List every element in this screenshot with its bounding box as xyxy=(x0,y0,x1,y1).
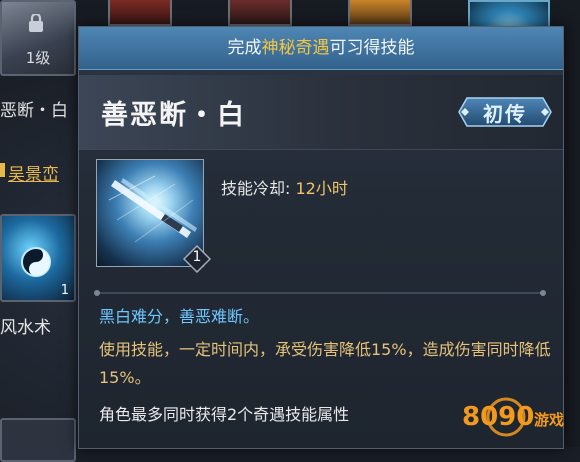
icon-level-badge: 1 xyxy=(183,245,211,273)
icon-level-number: 1 xyxy=(192,249,202,265)
fengshui-skill-slot[interactable]: 1 xyxy=(0,214,76,302)
rank-badge: 初传 xyxy=(457,95,553,129)
skill-slot-top-1[interactable] xyxy=(108,0,172,26)
skill-effect-text: 使用技能，一定时间内，承受伤害降低15%，造成伤害同时降低15%。 xyxy=(99,340,551,387)
banner-highlight: 神秘奇遇 xyxy=(261,38,330,58)
skill-slot-top-2[interactable] xyxy=(228,0,292,26)
slot-level-label: 1级 xyxy=(25,49,51,67)
watermark-number: 8090 xyxy=(462,402,534,432)
lock-icon xyxy=(29,14,43,32)
skill-flavor-text: 黑白难分，善恶难断。 xyxy=(99,307,260,326)
locked-skill-slot[interactable]: 1级 xyxy=(0,0,76,76)
watermark-word: 游戏 xyxy=(534,411,564,429)
skill-slot-bottom[interactable] xyxy=(0,418,76,462)
cooldown-value: 12小时 xyxy=(295,179,348,198)
watermark-logo-icon: 8090 游戏 xyxy=(462,397,564,437)
site-watermark-logo: 8090 游戏 xyxy=(458,385,576,443)
marker-dot xyxy=(0,163,5,177)
cooldown-label: 技能冷却: xyxy=(221,179,296,198)
slot-count: 1 xyxy=(60,283,69,298)
banner-suffix: 可习得技能 xyxy=(329,38,415,58)
blade-icon xyxy=(108,175,197,243)
banner-prefix: 完成 xyxy=(227,38,262,58)
background-skill-name: 恶断・白 xyxy=(0,101,68,121)
skill-title-row: 善恶断・白 初传 xyxy=(79,75,563,150)
skill-name: 善恶断・白 xyxy=(101,100,246,131)
cooldown-row: 技能冷却: 12小时 xyxy=(221,175,348,199)
divider xyxy=(94,290,546,296)
rank-label: 初传 xyxy=(483,102,527,126)
skill-slot-top-3[interactable] xyxy=(348,0,412,26)
fengshui-label: 风水术 xyxy=(0,318,51,338)
skill-note-text: 角色最多同时获得2个奇遇技能属性 xyxy=(99,405,350,424)
master-name-link[interactable]: 吴景峦 xyxy=(8,160,59,185)
unlock-condition-banner: 完成神秘奇遇可习得技能 xyxy=(79,27,563,70)
